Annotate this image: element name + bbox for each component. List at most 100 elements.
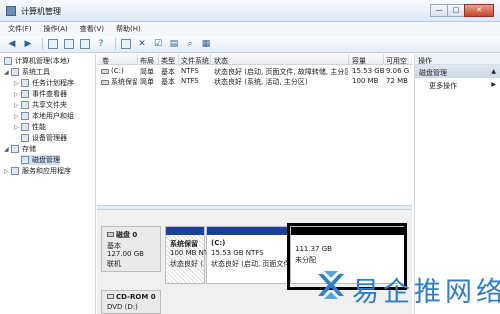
column-header-volume[interactable]: 卷: [102, 56, 109, 66]
cdrom-drive: DVD (D:): [107, 303, 138, 311]
back-icon[interactable]: ◀: [6, 38, 18, 50]
column-divider[interactable]: [348, 54, 349, 65]
tree-item-disk-management[interactable]: 磁盘管理: [21, 155, 60, 165]
actions-header: 操作: [415, 54, 500, 65]
title-bar: 计算机管理 — □ ✕: [0, 0, 500, 22]
search-icon[interactable]: ⌕: [184, 38, 196, 50]
partition-detail: 15.53 GB NTFS: [211, 249, 264, 257]
close-button[interactable]: ✕: [464, 4, 494, 17]
column-divider[interactable]: [158, 54, 159, 65]
watermark: 易企推网络: [312, 266, 500, 308]
console-icon[interactable]: [120, 38, 132, 50]
event-viewer-icon: [21, 90, 29, 98]
collapse-icon[interactable]: ◢: [4, 69, 10, 76]
partition-bar: [166, 227, 204, 235]
expand-icon[interactable]: ▷: [4, 168, 10, 175]
cell-type: 基本: [161, 78, 175, 86]
column-header-capacity[interactable]: 容量: [352, 56, 366, 66]
tree-item-label: 系统工具: [22, 68, 50, 76]
more-actions-link[interactable]: 更多操作 ▶: [415, 78, 500, 91]
minimize-button[interactable]: —: [430, 4, 448, 17]
column-divider[interactable]: [137, 54, 138, 65]
navigation-tree: 计算机管理(本地) ◢ 系统工具 ▷ 任务计划程序 ▷ 事件查看器 ▷ 共享文件…: [2, 54, 96, 314]
tree-item-storage[interactable]: ◢ 存储: [4, 144, 36, 154]
cell-free: 72 MB: [386, 77, 408, 85]
submenu-arrow-icon: ▶: [491, 81, 496, 88]
cdrom-0-info[interactable]: CD-ROM 0 DVD (D:): [101, 290, 161, 314]
more-actions-label: 更多操作: [429, 82, 457, 90]
disk-name: 磁盘 0: [107, 230, 137, 240]
toolbar: ◀ ▶ ? ✕ ☑ ▤ ⌕ ▦: [0, 36, 500, 53]
cell-capacity: 15.53 GB: [352, 67, 385, 75]
tree-item-label: 性能: [32, 123, 46, 131]
column-divider[interactable]: [383, 54, 384, 65]
delete-icon[interactable]: ✕: [136, 38, 148, 50]
disk-icon: [107, 232, 114, 237]
expand-icon[interactable]: ▷: [14, 124, 20, 131]
partition-name: (C:): [211, 239, 226, 247]
open-icon[interactable]: ▤: [168, 38, 180, 50]
table-row[interactable]: (C:) 简单 基本 NTFS 状态良好 (启动, 页面文件, 故障转储, 主分…: [97, 66, 412, 76]
properties2-icon[interactable]: ☑: [152, 38, 164, 50]
tree-item-local-users[interactable]: ▷ 本地用户和组: [14, 111, 74, 121]
up-icon[interactable]: [47, 38, 59, 50]
menu-view[interactable]: 查看(V): [80, 24, 104, 34]
menu-action[interactable]: 操作(A): [44, 24, 68, 34]
toolbar-separator: [115, 38, 116, 50]
column-header-free[interactable]: 可用空: [386, 56, 407, 66]
cell-capacity: 100 MB: [352, 77, 379, 85]
collapse-icon[interactable]: ◢: [4, 146, 10, 153]
collapse-arrow-icon[interactable]: ▲: [491, 68, 496, 75]
expand-icon[interactable]: ▷: [14, 102, 20, 109]
refresh-icon[interactable]: ▦: [200, 38, 212, 50]
partition-c[interactable]: (C:) 15.53 GB NTFS 状态良好 (启动, 页面文件: [206, 226, 288, 284]
column-divider[interactable]: [178, 54, 179, 65]
properties-icon[interactable]: [79, 38, 91, 50]
expand-icon[interactable]: ▷: [14, 80, 20, 87]
help-icon[interactable]: ?: [95, 38, 107, 50]
scheduler-icon: [21, 79, 29, 87]
volume-icon: [101, 79, 109, 85]
menu-file[interactable]: 文件(F): [8, 24, 32, 34]
tree-item-label: 本地用户和组: [32, 112, 74, 120]
maximize-button[interactable]: □: [447, 4, 465, 17]
expand-icon[interactable]: ▷: [14, 91, 20, 98]
forward-icon[interactable]: ▶: [22, 38, 34, 50]
partition-status: 状态良好 (系: [170, 260, 204, 268]
cell-status: 状态良好 (系统, 活动, 主分区): [214, 78, 308, 86]
tree-item-label: 共享文件夹: [32, 101, 67, 109]
disk-0-info[interactable]: 磁盘 0 基本 127.00 GB 联机: [101, 226, 161, 272]
partition-system-reserved[interactable]: 系统保留 100 MB NTFS 状态良好 (系: [165, 226, 217, 284]
column-header-type[interactable]: 类型: [161, 56, 175, 66]
computer-icon: [4, 57, 12, 65]
tree-item-services[interactable]: ▷ 服务和应用程序: [4, 166, 71, 176]
device-manager-icon: [21, 134, 29, 142]
actions-section-disk-management[interactable]: 磁盘管理 ▲: [415, 65, 500, 78]
table-row[interactable]: 系统保留 简单 基本 NTFS 状态良好 (系统, 活动, 主分区) 100 M…: [97, 76, 412, 86]
tree-item-device-manager[interactable]: 设备管理器: [21, 133, 67, 143]
tree-item-shared-folders[interactable]: ▷ 共享文件夹: [14, 100, 67, 110]
tree-item-performance[interactable]: ▷ 性能: [14, 122, 46, 132]
watermark-text: 易企推网络: [352, 277, 500, 308]
cell-volume: 系统保留: [101, 77, 137, 87]
show-hide-tree-icon[interactable]: [63, 38, 75, 50]
tree-item-event-viewer[interactable]: ▷ 事件查看器: [14, 89, 67, 99]
column-header-status[interactable]: 状态: [214, 56, 228, 66]
expand-icon[interactable]: ▷: [14, 113, 20, 120]
column-header-layout[interactable]: 布局: [140, 56, 154, 66]
tree-item-task-scheduler[interactable]: ▷ 任务计划程序: [14, 78, 74, 88]
column-divider[interactable]: [210, 54, 211, 65]
cell-filesystem: NTFS: [181, 77, 199, 85]
column-header-filesystem[interactable]: 文件系统: [181, 56, 209, 66]
tree-item-system-tools[interactable]: ◢ 系统工具: [4, 67, 50, 77]
tree-item-root[interactable]: 计算机管理(本地): [4, 56, 69, 66]
tree-item-label: 服务和应用程序: [22, 167, 71, 175]
cell-volume: (C:): [101, 67, 137, 75]
tree-item-label: 存储: [22, 145, 36, 153]
partition-name: 系统保留: [170, 240, 198, 248]
cell-free: 9.06 G: [386, 67, 410, 75]
menu-help[interactable]: 帮助(H): [116, 24, 141, 34]
volume-list: 卷 布局 类型 文件系统 状态 容量 可用空 (C:) 简单 基本 NTFS 状…: [97, 54, 412, 204]
tree-item-label: 计算机管理(本地): [15, 57, 70, 65]
services-icon: [11, 167, 19, 175]
